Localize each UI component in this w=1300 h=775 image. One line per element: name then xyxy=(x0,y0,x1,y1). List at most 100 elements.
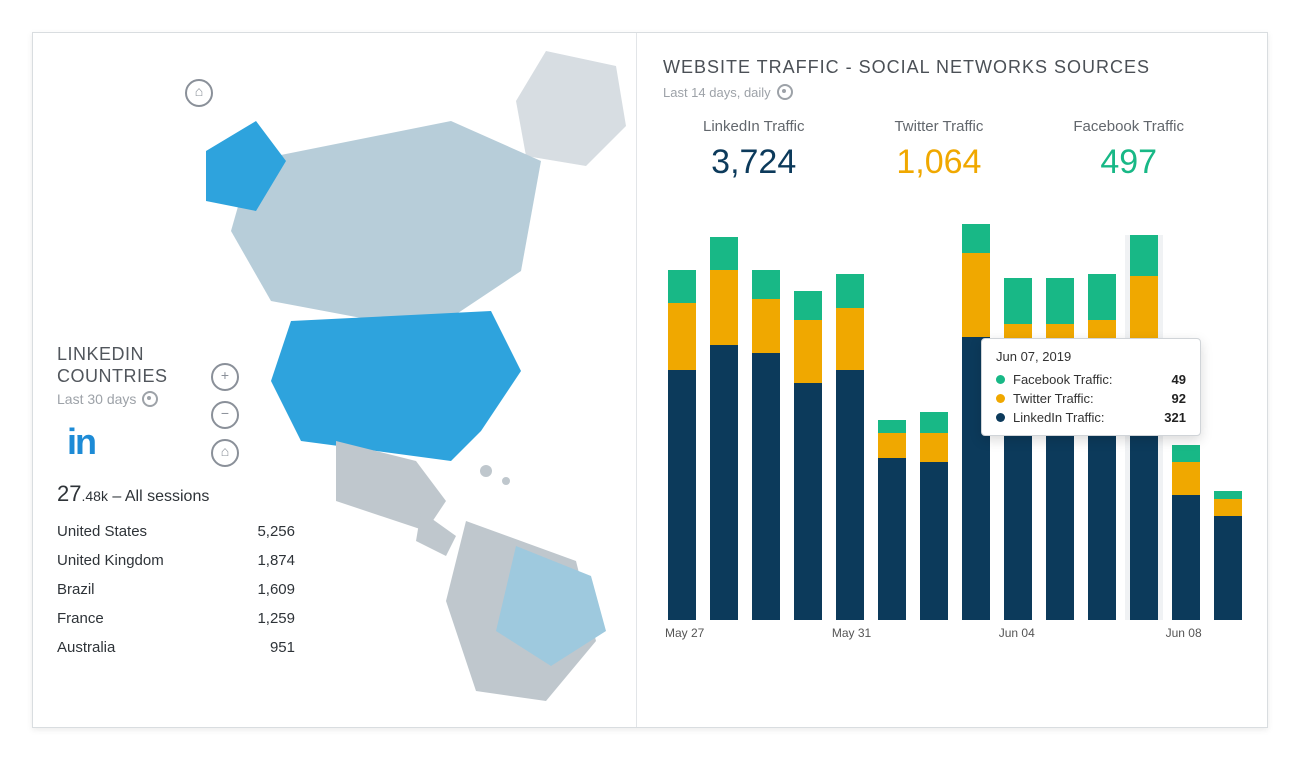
kpi-tile: LinkedIn Traffic3,724 xyxy=(703,118,804,182)
stacked-bar xyxy=(668,270,697,620)
country-name: France xyxy=(57,610,104,627)
bar-segment-facebook xyxy=(1046,278,1075,324)
bar-segment-linkedin xyxy=(836,370,865,620)
country-row: Brazil1,609 xyxy=(57,575,295,604)
bar-slot[interactable] xyxy=(789,291,827,620)
bar-segment-twitter xyxy=(1172,462,1201,495)
x-tick xyxy=(788,626,830,648)
stacked-bar xyxy=(878,420,907,620)
bar-segment-facebook xyxy=(878,420,907,433)
bar-segment-facebook xyxy=(1004,278,1033,324)
stacked-bar xyxy=(1172,445,1201,620)
legend-dot-icon xyxy=(996,394,1005,403)
bar-segment-facebook xyxy=(794,291,823,320)
x-tick xyxy=(1205,626,1247,648)
legend-dot-icon xyxy=(996,413,1005,422)
country-name: United States xyxy=(57,523,147,540)
totals-big: 27 xyxy=(57,481,81,506)
bar-slot[interactable] xyxy=(1041,278,1079,620)
bar-segment-twitter xyxy=(836,308,865,371)
country-row: United Kingdom1,874 xyxy=(57,546,295,575)
bar-segment-linkedin xyxy=(1214,516,1243,620)
x-tick xyxy=(746,626,788,648)
x-tick xyxy=(872,626,914,648)
bar-slot[interactable] xyxy=(1209,491,1247,620)
stacked-bar xyxy=(794,291,823,620)
stacked-bar xyxy=(1046,278,1075,620)
country-value: 951 xyxy=(270,639,295,656)
map-home-top-button[interactable]: ⌂ xyxy=(185,79,213,107)
dashboard-card: ⌂ + − ⌂ LINKEDIN COUNTRIES Last 30 days … xyxy=(32,32,1268,728)
chart-title: WEBSITE TRAFFIC - SOCIAL NETWORKS SOURCE… xyxy=(663,57,1247,78)
tooltip-row: Facebook Traffic:49 xyxy=(996,370,1186,389)
kpi-row: LinkedIn Traffic3,724 Twitter Traffic1,06… xyxy=(663,118,1247,182)
bar-segment-facebook xyxy=(1172,445,1201,462)
x-tick: Jun 04 xyxy=(997,626,1039,648)
stacked-bar-chart: May 27 May 31 Jun 04 Jun 08 Jun 07, 2019 Fa… xyxy=(663,218,1247,648)
chart-subtitle: Last 14 days, daily xyxy=(663,84,1247,100)
stacked-bar xyxy=(1088,274,1117,620)
bar-slot[interactable] xyxy=(705,237,743,620)
bar-segment-facebook xyxy=(920,412,949,433)
bar-segment-twitter xyxy=(752,299,781,353)
x-tick: May 31 xyxy=(830,626,872,648)
bar-segment-linkedin xyxy=(1172,495,1201,620)
linkedin-icon: in xyxy=(67,421,295,463)
bar-segment-linkedin xyxy=(752,353,781,620)
x-tick xyxy=(955,626,997,648)
kpi-tile: Twitter Traffic1,064 xyxy=(894,118,983,182)
bar-segment-facebook xyxy=(962,224,991,253)
bar-slot[interactable] xyxy=(747,270,785,620)
tooltip-date: Jun 07, 2019 xyxy=(996,349,1186,364)
totals-rest: – All sessions xyxy=(108,488,209,505)
bar-slot[interactable] xyxy=(1167,445,1205,620)
bar-slot[interactable] xyxy=(873,420,911,620)
bar-slot[interactable] xyxy=(1083,274,1121,620)
linkedin-countries-panel: ⌂ + − ⌂ LINKEDIN COUNTRIES Last 30 days … xyxy=(33,33,637,727)
legend-dot-icon xyxy=(996,375,1005,384)
x-tick: May 27 xyxy=(663,626,705,648)
bar-segment-twitter xyxy=(710,270,739,345)
stacked-bar xyxy=(836,274,865,620)
bar-segment-facebook xyxy=(752,270,781,299)
bar-segment-facebook xyxy=(1214,491,1243,499)
country-row: Australia 951 xyxy=(57,633,295,662)
bar-segment-linkedin xyxy=(794,383,823,621)
target-icon xyxy=(142,391,158,407)
tooltip-row: LinkedIn Traffic:321 xyxy=(996,408,1186,427)
tooltip-label: Twitter Traffic: xyxy=(1013,391,1144,406)
x-tick: Jun 08 xyxy=(1164,626,1206,648)
country-value: 5,256 xyxy=(257,523,295,540)
bar-segment-facebook xyxy=(1088,274,1117,320)
country-list-overlay: LINKEDIN COUNTRIES Last 30 days in 27.48… xyxy=(57,343,295,662)
x-tick xyxy=(1122,626,1164,648)
tooltip-label: Facebook Traffic: xyxy=(1013,372,1144,387)
bar-segment-facebook xyxy=(710,237,739,270)
panel-title-line1: LINKEDIN xyxy=(57,344,144,364)
country-name: Australia xyxy=(57,639,115,656)
country-name: United Kingdom xyxy=(57,552,164,569)
country-row: France 1,259 xyxy=(57,604,295,633)
bar-segment-twitter xyxy=(668,303,697,370)
bar-segment-facebook xyxy=(1130,235,1159,276)
tooltip-row: Twitter Traffic: 92 xyxy=(996,389,1186,408)
bar-slot[interactable] xyxy=(663,270,701,620)
bar-slot[interactable] xyxy=(999,278,1037,620)
country-value: 1,259 xyxy=(257,610,295,627)
bar-segment-twitter xyxy=(878,433,907,458)
stacked-bar xyxy=(752,270,781,620)
country-list: United States5,256United Kingdom1,874Bra… xyxy=(57,517,295,662)
bar-slot[interactable] xyxy=(915,412,953,620)
bar-segment-twitter xyxy=(962,253,991,336)
kpi-label: LinkedIn Traffic xyxy=(703,118,804,135)
x-tick xyxy=(1038,626,1080,648)
country-row: United States 5,256 xyxy=(57,517,295,546)
kpi-tile: Facebook Traffic497 xyxy=(1073,118,1184,182)
bar-segment-facebook xyxy=(836,274,865,307)
x-tick xyxy=(913,626,955,648)
bar-slot[interactable] xyxy=(831,274,869,620)
bar-segment-linkedin xyxy=(710,345,739,620)
country-name: Brazil xyxy=(57,581,95,598)
bar-segment-linkedin xyxy=(920,462,949,620)
tooltip-value: 92 xyxy=(1152,391,1186,406)
